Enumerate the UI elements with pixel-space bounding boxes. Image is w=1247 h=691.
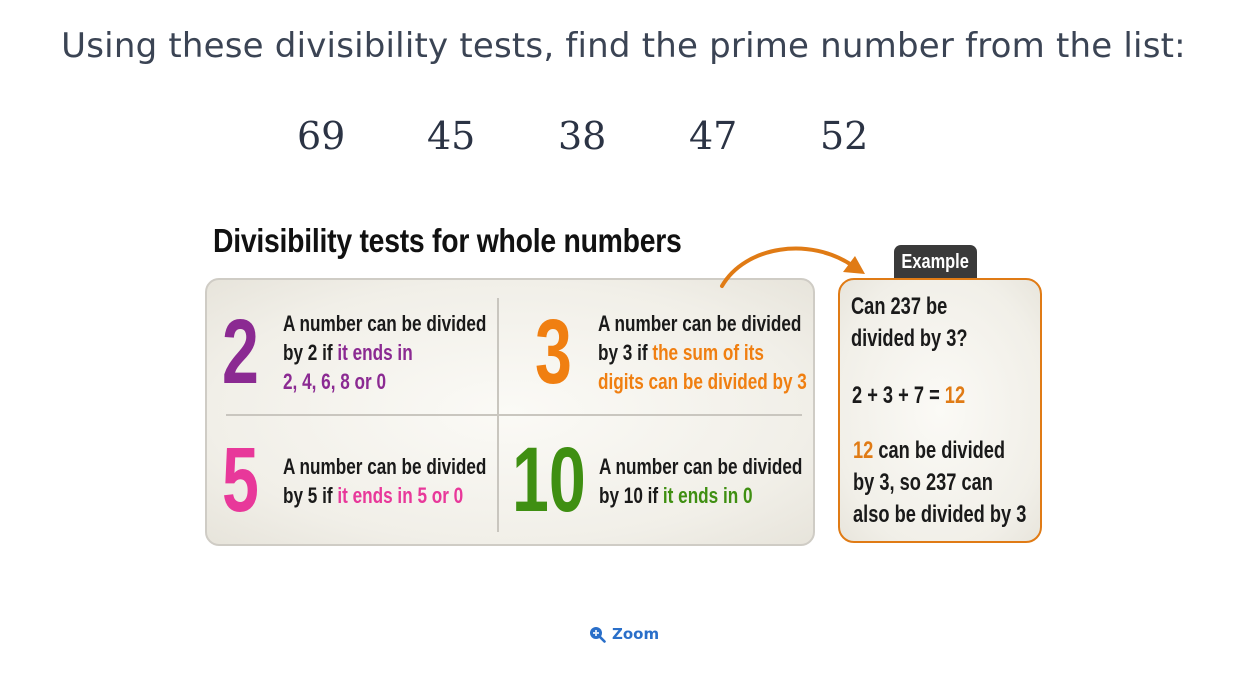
rule-text-10: A number can be divided by 10 if it ends… [599, 454, 803, 508]
example-conclusion: 12 can be divided by 3, so 237 can also … [853, 437, 1027, 528]
rule-digit-2: 2 [222, 301, 259, 403]
rule-text-5: A number can be divided by 5 if it ends … [283, 454, 487, 508]
number-list: 69 45 38 47 52 [0, 114, 1247, 164]
rule-digit-10: 10 [512, 429, 586, 531]
rule-text-2: A number can be divided by 2 if it ends … [283, 311, 487, 394]
example-question: Can 237 be divided by 3? [851, 293, 968, 352]
zoom-button[interactable]: Zoom [589, 625, 659, 643]
number-option: 45 [427, 114, 476, 158]
question-text: Using these divisibility tests, find the… [61, 26, 1186, 66]
zoom-label: Zoom [612, 625, 660, 643]
divider [226, 414, 802, 416]
rule-text-3: A number can be divided by 3 if the sum … [598, 311, 807, 394]
number-option: 38 [558, 114, 607, 158]
number-option: 47 [689, 114, 738, 158]
number-option: 69 [297, 114, 346, 158]
rule-digit-3: 3 [535, 301, 572, 403]
example-tag: Example [894, 245, 977, 279]
example-sum: 2 + 3 + 7 = 12 [852, 382, 966, 409]
rule-digit-5: 5 [222, 429, 259, 531]
number-option: 52 [820, 114, 869, 158]
zoom-in-icon [590, 626, 606, 643]
figure-heading: Divisibility tests for whole numbers [213, 222, 682, 259]
